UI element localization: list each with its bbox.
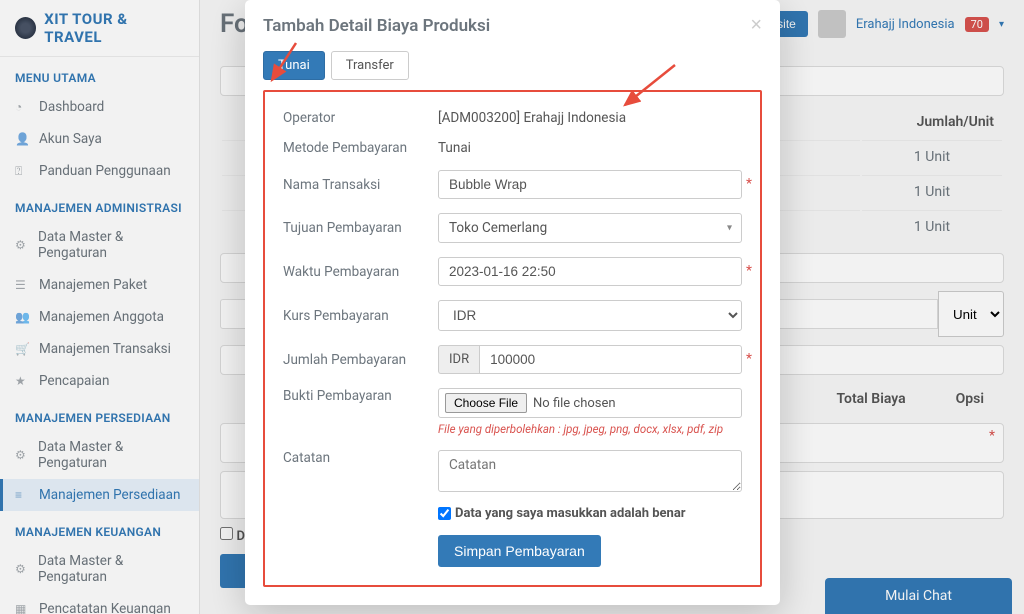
file-hint: File yang diperbolehkan : jpg, jpeg, png… (438, 422, 742, 436)
kurs-label: Kurs Pembayaran (283, 308, 438, 324)
waktu-input[interactable] (438, 257, 742, 286)
waktu-label: Waktu Pembayaran (283, 264, 438, 280)
operator-label: Operator (283, 110, 438, 126)
required-star: * (746, 176, 752, 192)
nama-transaksi-label: Nama Transaksi (283, 177, 438, 193)
tab-tunai[interactable]: Tunai (263, 51, 325, 80)
jumlah-label: Jumlah Pembayaran (283, 352, 438, 368)
metode-value: Tunai (438, 140, 471, 156)
modal-tambah-biaya: Tambah Detail Biaya Produksi × Tunai Tra… (245, 0, 780, 605)
tab-transfer[interactable]: Transfer (331, 51, 409, 80)
simpan-button[interactable]: Simpan Pembayaran (438, 535, 601, 567)
close-icon[interactable]: × (750, 14, 762, 37)
required-star: * (746, 263, 752, 279)
currency-prefix: IDR (438, 345, 479, 374)
nama-transaksi-input[interactable] (438, 170, 742, 199)
file-input-wrapper[interactable]: Choose File No file chosen (438, 388, 742, 418)
form-container: Operator [ADM003200] Erahajj Indonesia M… (263, 90, 762, 587)
tujuan-label: Tujuan Pembayaran (283, 220, 438, 236)
catatan-textarea[interactable] (438, 450, 742, 492)
modal-title: Tambah Detail Biaya Produksi (263, 16, 490, 36)
metode-label: Metode Pembayaran (283, 140, 438, 156)
confirm-label: Data yang saya masukkan adalah benar (455, 506, 686, 521)
tujuan-select[interactable]: Toko Cemerlang (438, 213, 742, 243)
required-star: * (746, 351, 752, 367)
kurs-select[interactable]: IDR (438, 300, 742, 331)
jumlah-input[interactable] (479, 345, 742, 374)
catatan-label: Catatan (283, 450, 438, 466)
confirm-checkbox[interactable] (438, 507, 451, 520)
modal-body: Tunai Transfer Operator [ADM003200] Erah… (245, 51, 780, 605)
file-status: No file chosen (533, 396, 616, 411)
choose-file-button[interactable]: Choose File (445, 393, 527, 413)
bukti-label: Bukti Pembayaran (283, 388, 438, 404)
tabs: Tunai Transfer (263, 51, 762, 80)
modal-header: Tambah Detail Biaya Produksi × (245, 0, 780, 51)
operator-value: [ADM003200] Erahajj Indonesia (438, 110, 626, 126)
